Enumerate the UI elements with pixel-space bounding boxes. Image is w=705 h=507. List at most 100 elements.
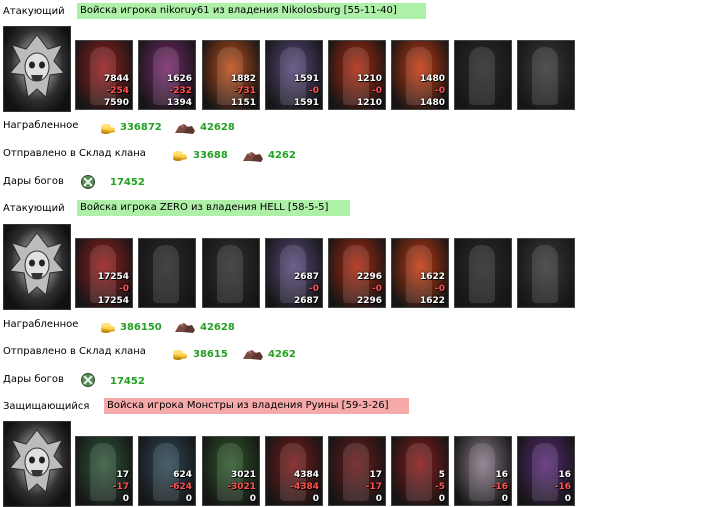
unit-count-after: 2296	[356, 296, 382, 306]
loot-ore-amount: 42628	[200, 322, 235, 333]
gifts-amount: 17452	[110, 177, 145, 188]
sent-gold-amount: 38615	[193, 349, 228, 360]
unit-card	[454, 238, 512, 308]
unit-count-loss: -4384	[290, 482, 319, 492]
unit-count-before: 16	[558, 470, 571, 480]
unit-card: 1882 -731 1151	[202, 40, 260, 110]
army-banner: Войска игрока nikoruy61 из владения Niko…	[77, 3, 426, 19]
unit-count-after: 1394	[166, 98, 192, 108]
ore-icon	[174, 319, 196, 333]
unit-count-before: 1591	[293, 74, 319, 84]
sent-ore-amount: 4262	[268, 150, 296, 161]
unit-count-loss: -0	[435, 284, 445, 294]
creature-figure	[343, 443, 369, 501]
unit-card	[517, 238, 575, 308]
unit-count-after: 0	[438, 494, 445, 504]
unit-count-before: 1210	[356, 74, 382, 84]
gold-coins-icon	[172, 345, 188, 361]
unit-count-before: 2296	[356, 272, 382, 282]
unit-count-loss: -17	[112, 482, 129, 492]
unit-count-before: 2687	[293, 272, 319, 282]
unit-card: 16 -16 0	[517, 436, 575, 506]
unit-count-loss: -5	[435, 482, 445, 492]
loot-gold-amount: 336872	[120, 122, 162, 133]
unit-card: 1210 -0 1210	[328, 40, 386, 110]
unit-count-loss: -3021	[227, 482, 256, 492]
skull-emblem-icon	[9, 34, 65, 98]
sent-ore-amount: 4262	[268, 349, 296, 360]
unit-count-before: 4384	[293, 470, 319, 480]
unit-count-after: 0	[564, 494, 571, 504]
unit-card: 3021 -3021 0	[202, 436, 260, 506]
unit-count-loss: -731	[233, 86, 256, 96]
unit-count-loss: -254	[106, 86, 129, 96]
unit-count-loss: -0	[372, 284, 382, 294]
creature-figure	[532, 443, 558, 501]
creature-figure	[153, 245, 179, 303]
unit-card: 1626 -232 1394	[138, 40, 196, 110]
unit-count-after: 1151	[230, 98, 256, 108]
unit-count-loss: -0	[309, 284, 319, 294]
unit-card: 1591 -0 1591	[265, 40, 323, 110]
sent-label: Отправлено в Склад клана	[3, 346, 146, 357]
gifts-label: Дары богов	[3, 374, 64, 385]
unit-card: 17 -17 0	[328, 436, 386, 506]
unit-count-before: 1480	[419, 74, 445, 84]
sent-gold-amount: 33688	[193, 150, 228, 161]
loot-ore-amount: 42628	[200, 122, 235, 133]
unit-card: 16 -16 0	[454, 436, 512, 506]
unit-count-after: 1480	[419, 98, 445, 108]
unit-count-after: 17254	[97, 296, 129, 306]
unit-card: 17 -17 0	[75, 436, 133, 506]
unit-count-after: 0	[249, 494, 256, 504]
loot-label: Награбленное	[3, 319, 79, 330]
unit-count-after: 1210	[356, 98, 382, 108]
creature-figure	[469, 47, 495, 105]
unit-card: 624 -624 0	[138, 436, 196, 506]
unit-count-loss: -624	[169, 482, 192, 492]
unit-count-after: 0	[375, 494, 382, 504]
unit-count-before: 624	[173, 470, 192, 480]
unit-card	[138, 238, 196, 308]
hero-portrait	[3, 421, 71, 507]
gold-coins-icon	[100, 119, 116, 135]
gifts-amount: 17452	[110, 376, 145, 387]
unit-count-before: 1882	[230, 74, 256, 84]
unit-count-loss: -0	[435, 86, 445, 96]
attacker-role-label: Атакующий	[3, 203, 65, 214]
unit-card: 7844 -254 7590	[75, 40, 133, 110]
unit-card	[517, 40, 575, 110]
unit-card: 4384 -4384 0	[265, 436, 323, 506]
creature-figure	[469, 443, 495, 501]
unit-count-after: 1622	[419, 296, 445, 306]
creature-figure	[532, 47, 558, 105]
gem-icon	[81, 174, 95, 189]
unit-count-loss: -0	[119, 284, 129, 294]
unit-card	[202, 238, 260, 308]
unit-count-after: 0	[185, 494, 192, 504]
ore-icon	[242, 148, 264, 162]
ore-icon	[174, 120, 196, 134]
hero-portrait	[3, 26, 71, 112]
loot-label: Награбленное	[3, 120, 79, 131]
unit-card	[454, 40, 512, 110]
unit-count-before: 17	[116, 470, 129, 480]
skull-emblem-icon	[9, 429, 65, 493]
attacker-role-label: Атакующий	[3, 6, 65, 17]
ore-icon	[242, 346, 264, 360]
unit-count-before: 17	[369, 470, 382, 480]
unit-count-loss: -16	[554, 482, 571, 492]
unit-card: 1480 -0 1480	[391, 40, 449, 110]
unit-count-after: 2687	[293, 296, 319, 306]
unit-count-before: 1626	[166, 74, 192, 84]
unit-count-before: 7844	[103, 74, 129, 84]
army-banner: Войска игрока ZERO из владения HELL [58-…	[77, 200, 350, 216]
unit-count-after: 1591	[293, 98, 319, 108]
unit-card: 2687 -0 2687	[265, 238, 323, 308]
unit-card: 5 -5 0	[391, 436, 449, 506]
unit-card: 1622 -0 1622	[391, 238, 449, 308]
creature-figure	[532, 245, 558, 303]
army-banner: Войска игрока Монстры из владения Руины …	[104, 398, 409, 414]
unit-count-loss: -232	[169, 86, 192, 96]
gem-icon	[81, 372, 95, 387]
